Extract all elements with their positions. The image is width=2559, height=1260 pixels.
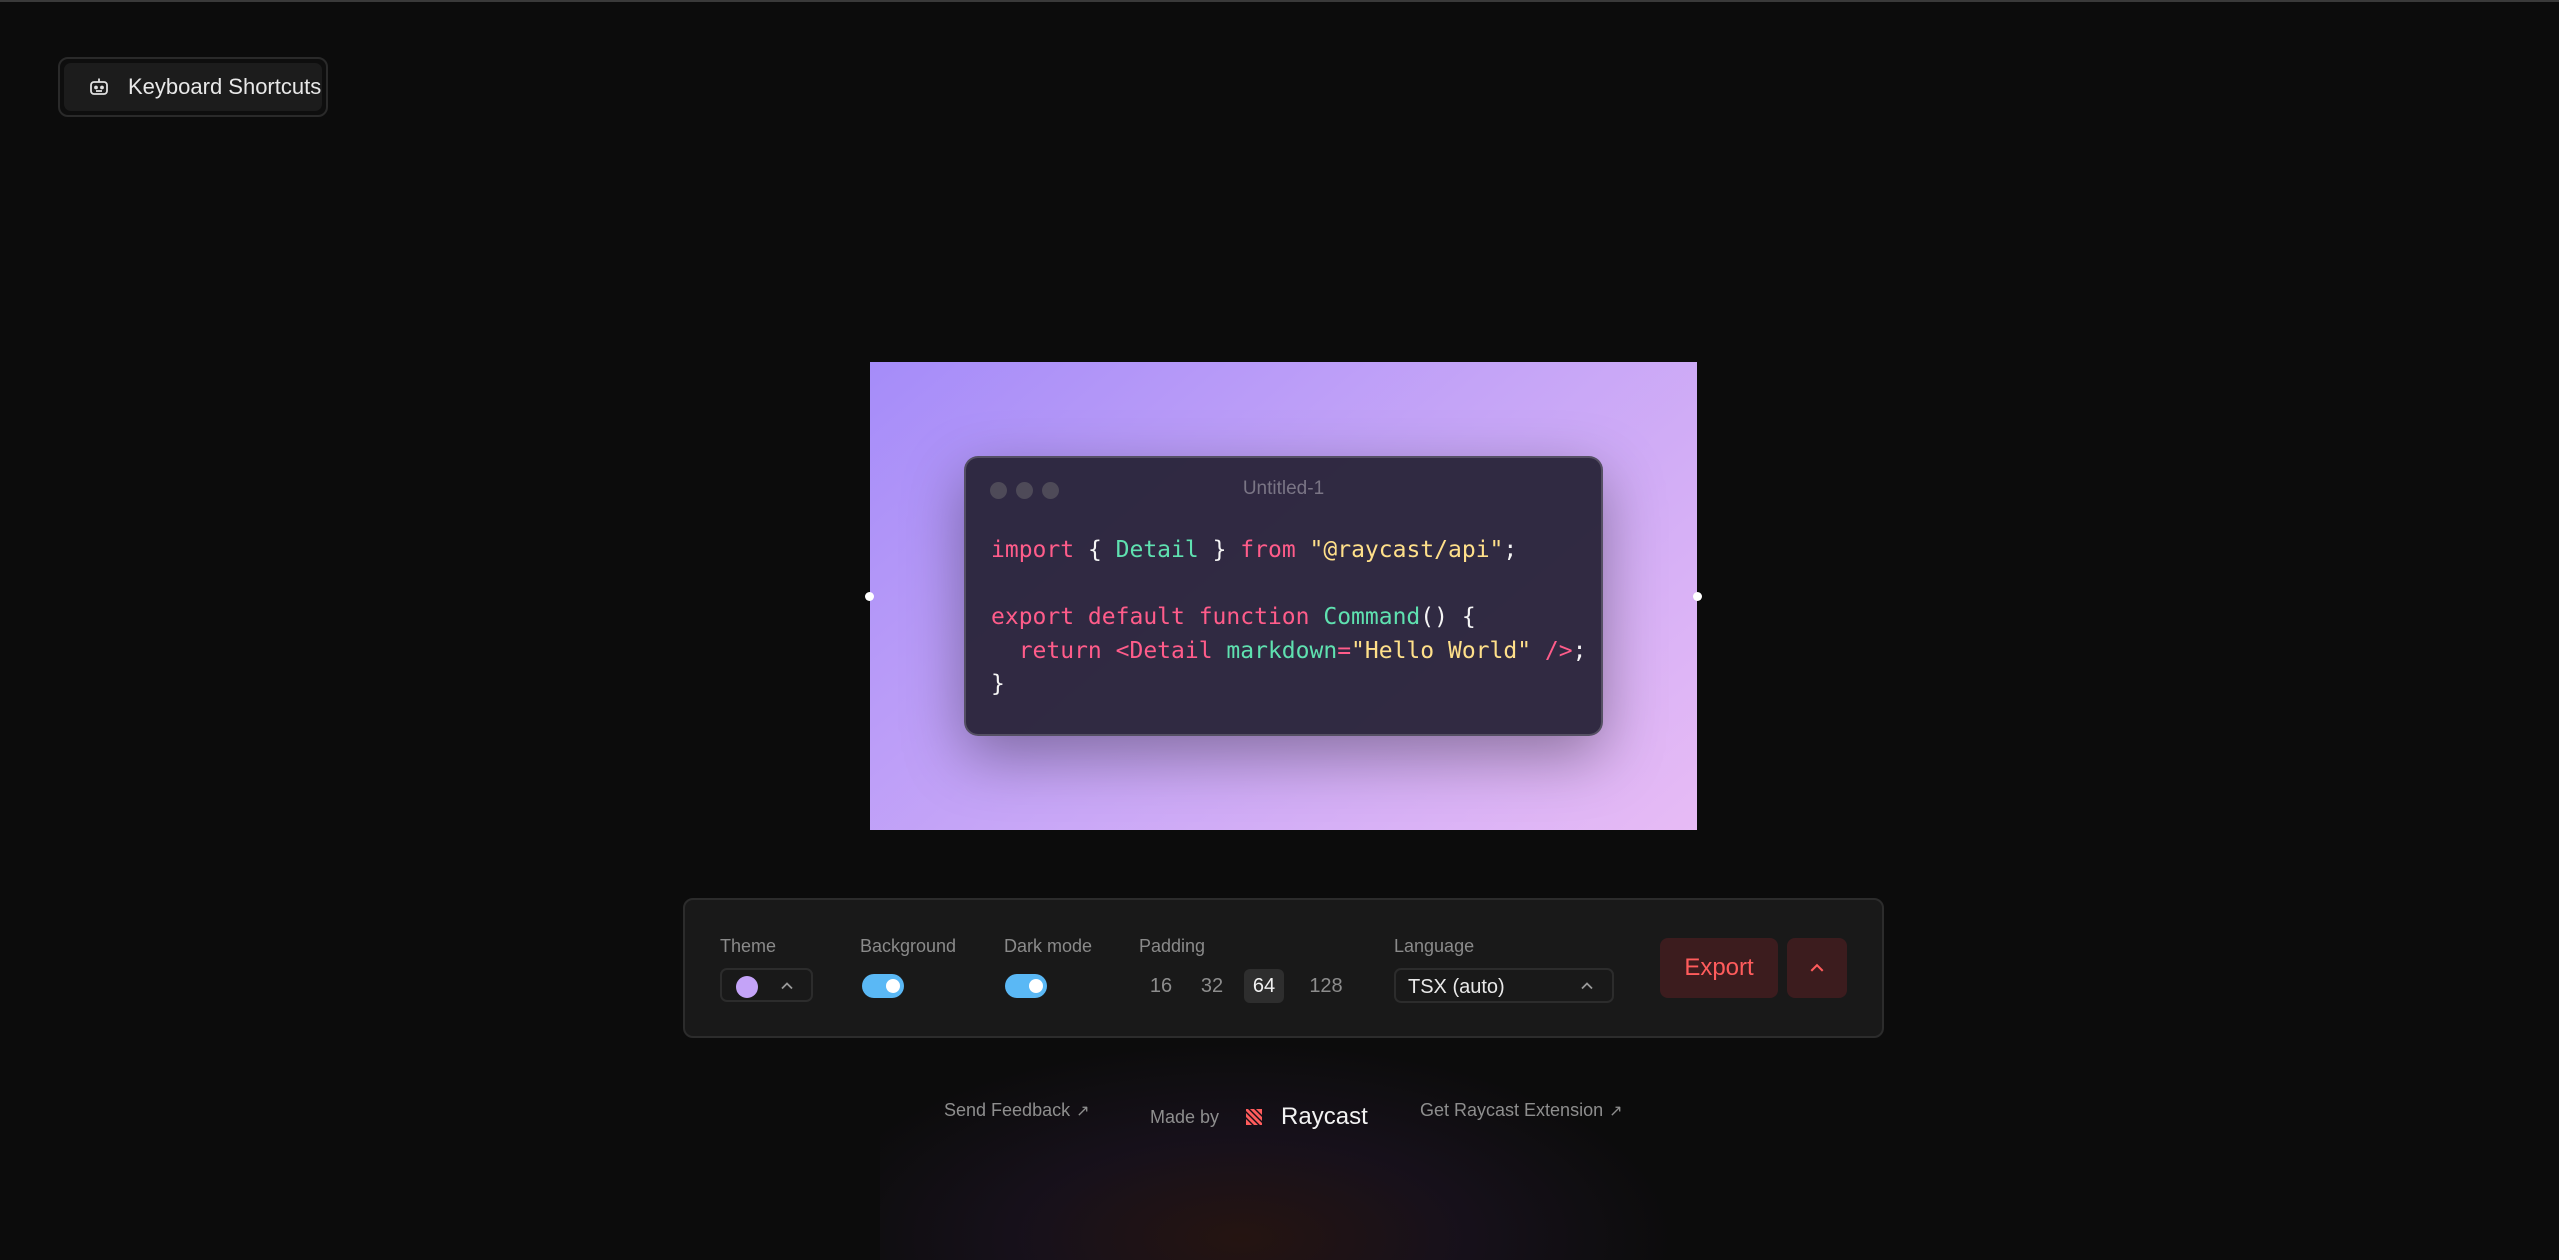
code-token: markdown (1226, 637, 1338, 664)
theme-swatch (736, 976, 758, 998)
send-feedback-link[interactable]: Send Feedback ↗ (944, 1100, 1090, 1121)
chevron-up-icon (1810, 963, 1824, 972)
code-editor[interactable]: import { Detail } from "@raycast/api"; ex… (991, 534, 1586, 702)
code-token: Command (1323, 604, 1421, 630)
made-by-label: Made by (1150, 1106, 1220, 1127)
resize-handle-left[interactable] (865, 592, 874, 601)
code-token: Detail (1115, 537, 1199, 563)
padding-option-32[interactable]: 32 (1195, 969, 1229, 1003)
export-button[interactable]: Export (1660, 938, 1778, 998)
code-window: Untitled-1 import { Detail } from "@rayc… (964, 456, 1603, 736)
code-token: return (991, 637, 1116, 664)
padding-option-128[interactable]: 128 (1304, 969, 1348, 1003)
keyboard-icon (88, 76, 110, 98)
keyboard-shortcuts-button[interactable]: Keyboard Shortcuts (58, 57, 328, 117)
code-line: import { Detail } from "@raycast/api"; (991, 534, 1586, 568)
code-token: { (1074, 537, 1116, 563)
top-divider (0, 0, 2559, 2)
padding-option-16[interactable]: 16 (1144, 969, 1178, 1003)
background-toggle[interactable] (862, 974, 904, 998)
export-options-button[interactable] (1787, 938, 1847, 998)
footer-glow (880, 1040, 1680, 1260)
code-line: export default function Command() { (991, 601, 1586, 635)
external-link-icon: ↗ (1076, 1102, 1090, 1120)
code-token: () { (1420, 604, 1476, 630)
theme-select[interactable] (720, 968, 813, 1002)
chevron-up-icon (781, 982, 793, 990)
chevron-up-icon (1581, 982, 1593, 990)
get-extension-label: Get Raycast Extension (1420, 1100, 1604, 1120)
padding-option-64[interactable]: 64 (1244, 969, 1284, 1003)
code-token: = (1337, 637, 1352, 664)
code-token: "Hello World" (1351, 637, 1532, 664)
code-token: ; (1503, 537, 1518, 563)
raycast-link[interactable]: Raycast (1237, 1100, 1368, 1134)
code-token: "@raycast/api" (1309, 537, 1504, 563)
theme-label: Theme (720, 936, 777, 956)
controls-toolbar: Theme Background Dark mode Padding 16 32… (683, 898, 1884, 1038)
toggle-knob (1029, 979, 1043, 993)
language-value: TSX (auto) (1408, 976, 1505, 998)
code-line: return <Detail markdown="Hello World" />… (991, 635, 1587, 669)
language-label: Language (1394, 936, 1475, 956)
keyboard-shortcuts-button-inner[interactable]: Keyboard Shortcuts (64, 63, 322, 111)
code-token: export default function (991, 604, 1324, 630)
toggle-knob (886, 979, 900, 993)
language-select[interactable]: TSX (auto) (1394, 968, 1614, 1003)
external-link-icon: ↗ (1609, 1102, 1623, 1120)
brand-label: Raycast (1281, 1103, 1368, 1130)
snippet-canvas: Untitled-1 import { Detail } from "@rayc… (865, 362, 1702, 830)
window-title[interactable]: Untitled-1 (966, 478, 1601, 500)
keyboard-shortcuts-label: Keyboard Shortcuts (128, 74, 322, 99)
get-extension-link[interactable]: Get Raycast Extension ↗ (1420, 1100, 1623, 1121)
resize-handle-right[interactable] (1693, 592, 1702, 601)
code-token: <Detail (1115, 637, 1227, 664)
code-token: /> (1531, 637, 1573, 664)
code-token: ; (1572, 637, 1587, 664)
padding-label: Padding (1139, 936, 1206, 956)
code-token: from (1240, 537, 1296, 563)
send-feedback-label: Send Feedback (944, 1100, 1071, 1120)
dark-mode-toggle[interactable] (1005, 974, 1047, 998)
made-by: Made by Raycast (1150, 1100, 1368, 1134)
dark-mode-label: Dark mode (1004, 936, 1093, 956)
code-token: import (991, 537, 1075, 563)
code-token: } (991, 671, 1005, 697)
background-label: Background (860, 936, 957, 956)
raycast-logo-icon (1246, 1109, 1263, 1125)
code-line: } (991, 668, 1586, 702)
code-token: } (1198, 537, 1241, 563)
